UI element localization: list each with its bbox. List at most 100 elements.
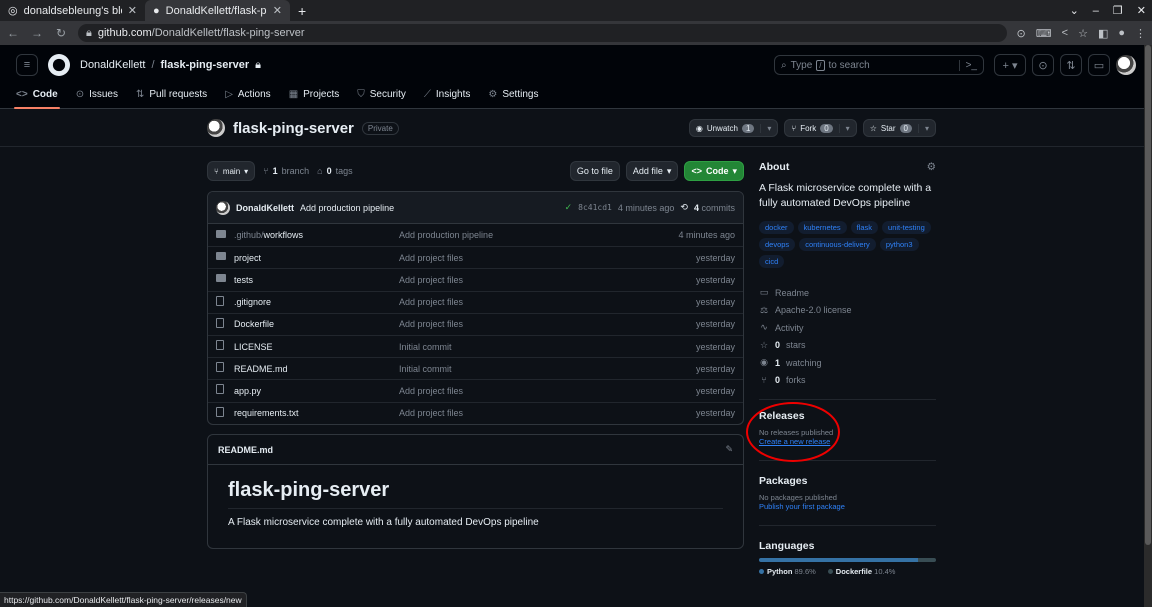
file-row[interactable]: requirements.txt Add project files yesterd… (208, 401, 743, 424)
tab-settings[interactable]: ⚙ Settings (488, 85, 538, 103)
file-commit-message[interactable]: Add project files (399, 386, 696, 396)
topic-tag[interactable]: flask (850, 221, 879, 234)
gear-icon[interactable]: ⚙ (927, 161, 936, 173)
file-commit-message[interactable]: Initial commit (399, 364, 696, 374)
translate-icon[interactable]: ⌨ (1036, 27, 1052, 40)
side-panel-icon[interactable]: ◧ (1098, 27, 1108, 40)
repo-name[interactable]: flask-ping-server (233, 120, 354, 137)
new-tab-button[interactable]: + (290, 0, 314, 21)
file-name[interactable]: project (234, 253, 399, 263)
file-row[interactable]: app.py Add project files yesterday (208, 379, 743, 401)
scrollbar-thumb[interactable] (1145, 45, 1151, 545)
create-release-link[interactable]: Create a new release (759, 437, 936, 446)
star-button[interactable]: ☆ Star 0 ▾ (862, 119, 936, 137)
topic-tag[interactable]: continuous-delivery (799, 238, 876, 251)
file-commit-message[interactable]: Add project files (399, 275, 696, 285)
commit-sha[interactable]: 8c41cd1 (578, 203, 612, 212)
restore-icon[interactable]: ❐ (1113, 4, 1123, 17)
publish-package-link[interactable]: Publish your first package (759, 502, 936, 511)
issues-icon[interactable]: ⊙ (1032, 54, 1054, 76)
language-item[interactable]: Dockerfile 10.4% (827, 567, 895, 576)
breadcrumb-repo[interactable]: flask-ping-server (161, 59, 250, 71)
hamburger-menu-icon[interactable]: ≡ (16, 54, 38, 76)
pencil-icon[interactable]: ✎ (725, 444, 733, 455)
forward-icon[interactable]: → (30, 26, 44, 40)
tab-search-icon[interactable]: ⌄ (1070, 4, 1079, 17)
file-name[interactable]: Dockerfile (234, 319, 399, 329)
tab-issues[interactable]: ⊙ Issues (76, 85, 118, 103)
language-item[interactable]: Python 89.6% (759, 567, 816, 576)
watching-link[interactable]: ◉ 1 watching (759, 354, 936, 372)
menu-dots-icon[interactable]: ⋮ (1135, 27, 1146, 40)
fork-button[interactable]: ⑂ Fork 0 ▾ (784, 119, 857, 137)
file-name[interactable]: .gitignore (234, 297, 399, 307)
tab-code[interactable]: <> Code (14, 85, 60, 109)
reload-icon[interactable]: ↻ (54, 26, 68, 40)
topic-tag[interactable]: python3 (879, 238, 919, 251)
tags-link[interactable]: ⌂ 0 tags (317, 166, 352, 176)
file-name[interactable]: README.md (234, 364, 399, 374)
file-row[interactable]: tests Add project files yesterday (208, 268, 743, 290)
topic-tag[interactable]: docker (759, 221, 794, 234)
scrollbar[interactable] (1144, 45, 1152, 607)
file-name[interactable]: requirements.txt (234, 408, 399, 418)
packages-heading[interactable]: Packages (759, 475, 936, 487)
unwatch-button[interactable]: ◉ Unwatch 1 ▾ (688, 119, 779, 137)
window-close-icon[interactable]: ✕ (1137, 4, 1146, 17)
branch-select[interactable]: ⑂ main ▾ (207, 161, 256, 181)
check-icon[interactable]: ✓ (565, 202, 573, 213)
file-commit-message[interactable]: Add project files (399, 408, 696, 418)
create-new-icon[interactable]: + ▾ (994, 54, 1026, 76)
commit-author[interactable]: DonaldKellett (236, 203, 294, 213)
tab-projects[interactable]: ▦ Projects (289, 85, 340, 103)
file-commit-message[interactable]: Initial commit (399, 342, 696, 352)
file-commit-message[interactable]: Add project files (399, 297, 696, 307)
inbox-icon[interactable]: ▭ (1088, 54, 1110, 76)
profile-icon[interactable]: ● (1118, 27, 1125, 39)
file-row[interactable]: project Add project files yesterday (208, 246, 743, 268)
file-row[interactable]: Dockerfile Add project files yesterday (208, 312, 743, 335)
code-button[interactable]: <> Code ▾ (684, 161, 744, 181)
commit-author-avatar[interactable] (216, 200, 230, 215)
back-icon[interactable]: ← (6, 26, 20, 40)
tab-insights[interactable]: ⟋ Insights (424, 85, 470, 103)
tab-security[interactable]: ⛉ Security (357, 85, 406, 103)
tab-actions[interactable]: ▷ Actions (225, 85, 271, 103)
license-link[interactable]: ⚖ Apache-2.0 license (759, 302, 936, 320)
add-file-button[interactable]: Add file ▾ (625, 161, 679, 181)
stars-link[interactable]: ☆ 0 stars (759, 337, 936, 355)
file-row[interactable]: .gitignore Add project files yesterday (208, 290, 743, 313)
branches-link[interactable]: ⑂ 1 branch (263, 166, 309, 176)
file-name[interactable]: app.py (234, 386, 399, 396)
avatar[interactable] (1116, 55, 1136, 75)
forks-link[interactable]: ⑂ 0 forks (759, 372, 936, 390)
search-input[interactable]: ⌕ Type / to search >_ (774, 55, 984, 75)
commits-link[interactable]: 4 commits (694, 203, 735, 213)
close-icon[interactable]: ✕ (128, 4, 137, 17)
owner-avatar[interactable] (207, 119, 225, 137)
pull-requests-icon[interactable]: ⇅ (1060, 54, 1082, 76)
releases-heading[interactable]: Releases (759, 410, 936, 422)
go-to-file-button[interactable]: Go to file (569, 161, 620, 181)
commit-message[interactable]: Add production pipeline (300, 203, 394, 213)
close-icon[interactable]: ✕ (273, 4, 282, 17)
file-commit-message[interactable]: Add production pipeline (399, 230, 678, 240)
file-commit-message[interactable]: Add project files (399, 253, 696, 263)
browser-tab-github[interactable]: ● DonaldKellett/flask-ping-s ✕ (145, 0, 290, 21)
topic-tag[interactable]: unit-testing (882, 221, 931, 234)
file-commit-message[interactable]: Add project files (399, 319, 696, 329)
share-icon[interactable]: < (1062, 27, 1068, 39)
browser-tab-blog[interactable]: ◎ donaldsebleung's blog ✕ (0, 0, 145, 21)
file-name[interactable]: LICENSE (234, 342, 399, 352)
breadcrumb-owner[interactable]: DonaldKellett (80, 59, 145, 71)
tab-pull-requests[interactable]: ⇅ Pull requests (136, 85, 207, 103)
file-row[interactable]: README.md Initial commit yesterday (208, 357, 743, 379)
address-bar[interactable]: 🔒︎ github.com/DonaldKellett/flask-ping-s… (78, 24, 1007, 42)
activity-link[interactable]: ∿ Activity (759, 319, 936, 337)
file-row[interactable]: .github/workflows Add production pipeline… (208, 224, 743, 246)
topic-tag[interactable]: devops (759, 238, 796, 251)
file-name[interactable]: .github/workflows (234, 230, 399, 240)
file-name[interactable]: tests (234, 275, 399, 285)
file-row[interactable]: LICENSE Initial commit yesterday (208, 334, 743, 357)
topic-tag[interactable]: cicd (759, 255, 785, 268)
